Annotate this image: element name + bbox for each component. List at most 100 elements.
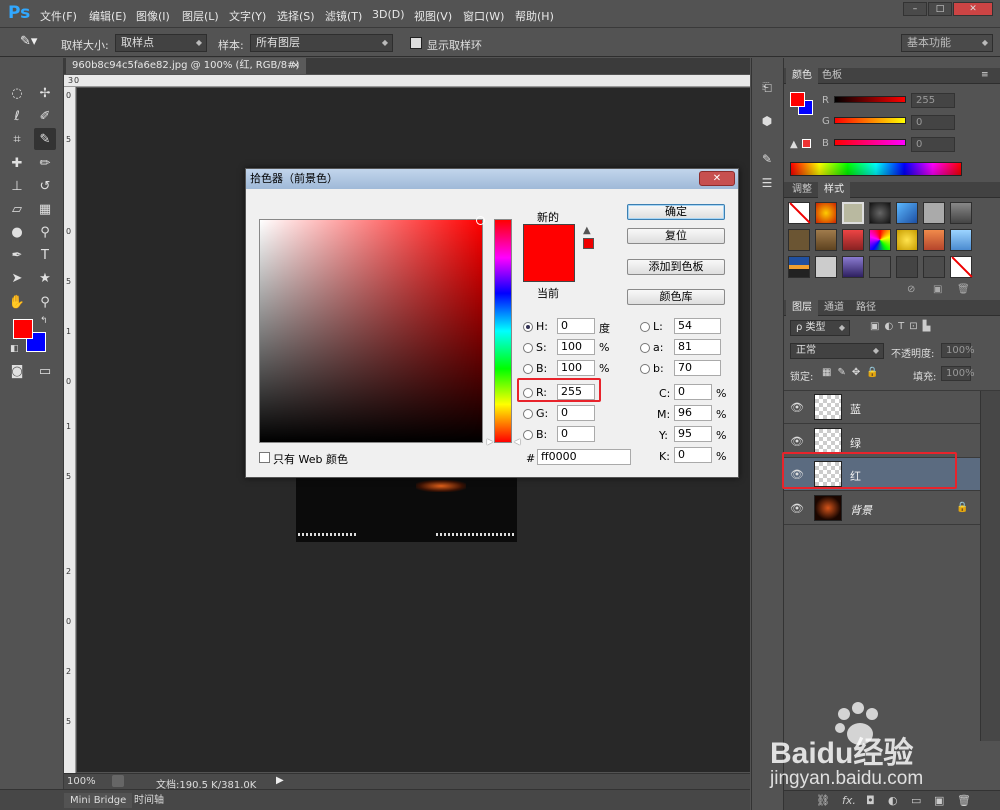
dialog-close-button[interactable]: ✕ [699, 171, 735, 186]
dodge-tool-icon[interactable]: ⚲ [34, 221, 56, 243]
channel-g-slider[interactable] [834, 117, 906, 124]
radio-g[interactable] [523, 409, 533, 419]
status-menu-arrow-icon[interactable]: ▶ [276, 775, 284, 786]
gradient-tool-icon[interactable]: ▦ [34, 198, 56, 220]
tab-swatches[interactable]: 色板 [816, 68, 848, 84]
close-tab-icon[interactable]: × [292, 58, 300, 74]
blur-tool-icon[interactable]: ● [6, 221, 28, 243]
swap-colors-icon[interactable]: ↰ [40, 316, 48, 326]
tab-color[interactable]: 颜色 [786, 68, 818, 84]
radio-a[interactable] [640, 343, 650, 353]
sample-select[interactable]: 所有图层 ◆ [250, 34, 393, 52]
eyedropper-icon[interactable]: ✎▾ [20, 34, 37, 49]
gamut-swatch[interactable] [802, 139, 811, 148]
tab-adjustments[interactable]: 调整 [786, 182, 818, 198]
menu-type[interactable]: 文字(Y) [229, 8, 266, 24]
menu-file[interactable]: 文件(F) [40, 8, 77, 24]
zoom-level[interactable]: 100% [67, 776, 96, 787]
web-only-checkbox[interactable] [259, 452, 270, 463]
minimize-button[interactable]: – [903, 2, 927, 16]
radio-l[interactable] [640, 322, 650, 332]
tab-styles[interactable]: 样式 [818, 182, 850, 198]
style-swatch[interactable] [923, 256, 945, 278]
channel-b-field[interactable]: 0 [911, 137, 955, 152]
color-ramp[interactable] [790, 162, 962, 176]
layer-row-background[interactable]: 👁 背景 🔒 [784, 492, 980, 525]
document-tab[interactable]: 960b8c94c5fa6e82.jpg @ 100% (红, RGB/8#) … [66, 58, 306, 87]
channel-g-field[interactable]: 0 [911, 115, 955, 130]
ok-button[interactable]: 确定 [627, 204, 725, 220]
visibility-eye-icon[interactable]: 👁 [790, 502, 804, 515]
default-colors-icon[interactable]: ◧ [10, 344, 19, 354]
k-field[interactable]: 0 [674, 447, 712, 463]
path-select-tool-icon[interactable]: ➤ [6, 267, 28, 289]
style-swatch[interactable] [815, 202, 837, 224]
layer-filter-select[interactable]: ρ 类型 ◆ [790, 320, 850, 336]
style-none-swatch[interactable] [788, 202, 811, 224]
reset-button[interactable]: 复位 [627, 228, 725, 244]
zoom-tool-icon[interactable]: ⚲ [34, 291, 56, 313]
shape-tool-icon[interactable]: ★ [34, 267, 56, 289]
type-tool-icon[interactable]: T [34, 244, 56, 266]
style-swatch[interactable] [869, 256, 891, 278]
color-libraries-button[interactable]: 颜色库 [627, 289, 725, 305]
saturation-brightness-field[interactable] [259, 216, 485, 443]
quick-mask-icon[interactable]: ◙ [6, 360, 28, 382]
style-swatch[interactable] [896, 229, 918, 251]
style-swatch[interactable] [788, 256, 810, 278]
b-field[interactable]: 100 [557, 360, 595, 376]
layer-filter-icons[interactable]: ▣◐T⊡▙ [870, 321, 935, 332]
radio-lab-b[interactable] [640, 364, 650, 374]
radio-h[interactable] [523, 322, 533, 332]
channel-r-field[interactable]: 255 [911, 93, 955, 108]
style-swatch[interactable] [923, 229, 945, 251]
s-field[interactable]: 100 [557, 339, 595, 355]
status-icon[interactable] [112, 775, 124, 787]
layer-row-blue[interactable]: 👁 蓝 [784, 391, 980, 424]
new-style-icon[interactable]: ▣ [933, 284, 942, 295]
style-swatch[interactable] [788, 229, 810, 251]
style-swatch[interactable] [869, 229, 891, 251]
tab-channels[interactable]: 通道 [818, 300, 850, 316]
visibility-eye-icon[interactable]: 👁 [790, 435, 804, 448]
foreground-color-swatch[interactable] [13, 319, 33, 339]
style-swatch[interactable] [896, 256, 918, 278]
crop-tool-icon[interactable]: ⌗ [6, 128, 28, 150]
clear-style-icon[interactable]: ⊘ [907, 284, 915, 295]
brush-preset-icon[interactable]: ✎ [755, 148, 779, 170]
menu-window[interactable]: 窗口(W) [463, 8, 504, 24]
hex-field[interactable]: ff0000 [537, 449, 631, 465]
channel-r-slider[interactable] [834, 96, 906, 103]
menu-edit[interactable]: 编辑(E) [89, 8, 127, 24]
workspace-select[interactable]: 基本功能 ◆ [901, 34, 993, 52]
hue-slider-right-arrow-icon[interactable]: ◀ [514, 437, 520, 446]
show-ring-checkbox[interactable] [410, 37, 422, 49]
3d-icon[interactable]: ⬢ [755, 110, 779, 132]
style-swatch[interactable] [815, 229, 837, 251]
panel-menu-icon[interactable]: ≡ [981, 70, 989, 80]
tab-mini-bridge[interactable]: Mini Bridge [64, 793, 133, 808]
radio-blue[interactable] [523, 430, 533, 440]
quick-select-tool-icon[interactable]: ✐ [34, 105, 56, 127]
c-field[interactable]: 0 [674, 384, 712, 400]
delete-style-icon[interactable]: 🗑 [957, 284, 970, 295]
hue-slider-left-arrow-icon[interactable]: ▶ [487, 437, 493, 446]
menu-view[interactable]: 视图(V) [414, 8, 452, 24]
channel-b-slider[interactable] [834, 139, 906, 146]
hue-slider[interactable] [494, 219, 512, 443]
style-swatch[interactable] [842, 229, 864, 251]
m-field[interactable]: 96 [674, 405, 712, 421]
out-of-gamut-warning-icon[interactable]: ▲ [583, 225, 591, 236]
lab-b-field[interactable]: 70 [674, 360, 721, 376]
style-swatch[interactable] [950, 229, 972, 251]
blue-field[interactable]: 0 [557, 426, 595, 442]
menu-select[interactable]: 选择(S) [277, 8, 315, 24]
radio-b[interactable] [523, 364, 533, 374]
close-window-button[interactable]: ✕ [953, 2, 993, 16]
pen-tool-icon[interactable]: ✒ [6, 244, 28, 266]
style-swatch[interactable] [896, 202, 918, 224]
eyedropper-tool-icon[interactable]: ✎ [34, 128, 56, 150]
radio-s[interactable] [523, 343, 533, 353]
l-field[interactable]: 54 [674, 318, 721, 334]
menu-layer[interactable]: 图层(L) [182, 8, 219, 24]
